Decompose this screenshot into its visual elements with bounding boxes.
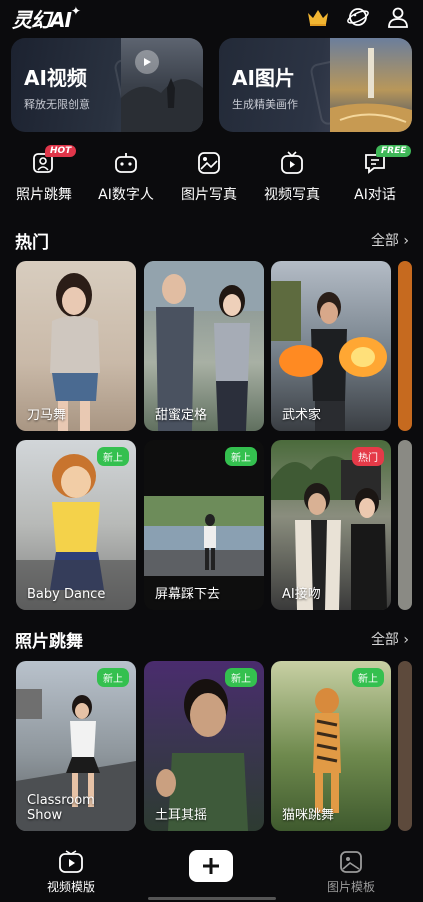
- quick-photo-dance[interactable]: HOT 照片跳舞: [4, 145, 84, 204]
- template-card[interactable]: 新上 Classroom Show: [16, 661, 136, 831]
- card-label-line: Classroom: [27, 793, 95, 808]
- video-portrait-icon: [279, 150, 305, 176]
- app-logo: 灵幻AI✦: [12, 4, 81, 33]
- quick-ai-chat[interactable]: FREE AI对话: [335, 145, 415, 204]
- card-label: Classroom Show: [27, 793, 95, 823]
- section-title: 热门: [15, 233, 49, 253]
- template-card[interactable]: 刀马舞: [16, 261, 136, 431]
- user-profile-icon[interactable]: [385, 4, 411, 30]
- template-card[interactable]: 新上 土耳其摇: [144, 661, 264, 831]
- ai-image-subtitle: 生成精美画作: [232, 98, 298, 111]
- play-icon: [135, 50, 159, 74]
- quick-image-portrait[interactable]: 图片写真: [169, 150, 249, 204]
- nav-label: 视频模版: [46, 880, 95, 894]
- section-title: 照片跳舞: [15, 632, 83, 652]
- photo-dance-icon: HOT: [31, 145, 77, 176]
- card-label: 屏幕踩下去: [155, 587, 221, 602]
- nav-video-templates[interactable]: 视频模版: [31, 850, 111, 895]
- new-tag: 新上: [225, 668, 257, 687]
- template-card[interactable]: 新上 猫咪跳舞: [271, 661, 391, 831]
- quick-video-portrait[interactable]: 视频写真: [252, 150, 332, 204]
- see-all-button[interactable]: 全部 ›: [371, 629, 409, 649]
- see-all-button[interactable]: 全部 ›: [371, 230, 409, 250]
- quick-action-label: 照片跳舞: [16, 187, 72, 203]
- ai-video-card[interactable]: AI视频 释放无限创意: [11, 38, 203, 132]
- template-card[interactable]: 热门 AI接吻: [271, 440, 391, 610]
- template-card[interactable]: 武术家: [271, 261, 391, 431]
- sparkle-icon: ✦: [70, 4, 81, 18]
- hot-section-header: 热门 全部 ›: [15, 228, 409, 253]
- card-label: 猫咪跳舞: [282, 808, 335, 823]
- create-plus-button[interactable]: [189, 850, 233, 882]
- new-tag: 新上: [225, 447, 257, 466]
- template-card[interactable]: 新上 Baby Dance: [16, 440, 136, 610]
- plus-icon: [203, 858, 219, 874]
- card-label-line: Show: [27, 808, 63, 823]
- template-card-partial[interactable]: [398, 440, 412, 610]
- photo-dance-section-header: 照片跳舞 全部 ›: [15, 627, 409, 652]
- ai-video-title: AI视频: [24, 66, 87, 90]
- quick-action-label: 图片写真: [181, 187, 237, 203]
- planet-icon[interactable]: [345, 4, 371, 30]
- video-template-icon: [58, 850, 84, 874]
- nav-image-templates[interactable]: 图片模板: [311, 850, 391, 895]
- card-label: AI接吻: [282, 587, 321, 602]
- template-card-partial[interactable]: [398, 261, 412, 431]
- quick-action-label: AI数字人: [98, 187, 154, 203]
- robot-icon: [113, 150, 139, 176]
- hot-tag: 热门: [352, 447, 384, 466]
- nav-label: 图片模板: [326, 880, 375, 894]
- ai-image-card[interactable]: AI图片 生成精美画作: [219, 38, 412, 132]
- card-label: 甜蜜定格: [155, 408, 208, 423]
- hot-badge: HOT: [45, 145, 77, 157]
- new-tag: 新上: [352, 668, 384, 687]
- see-all-label: 全部: [370, 233, 399, 249]
- template-card[interactable]: 甜蜜定格: [144, 261, 264, 431]
- crown-icon[interactable]: [305, 4, 331, 30]
- app-logo-text: 灵幻AI: [12, 8, 72, 32]
- chevron-right-icon: ›: [403, 632, 409, 648]
- free-badge: FREE: [376, 145, 412, 157]
- home-indicator: [148, 897, 276, 900]
- card-label: 刀马舞: [27, 408, 67, 423]
- template-card[interactable]: 新上 屏幕踩下去: [144, 440, 264, 610]
- image-template-icon: [338, 850, 364, 874]
- card-label: 武术家: [282, 408, 322, 423]
- card-label: 土耳其摇: [155, 808, 208, 823]
- bottom-navigation: 视频模版 图片模板: [0, 842, 423, 902]
- image-portrait-icon: [196, 150, 222, 176]
- ai-image-thumbnail: [330, 38, 412, 132]
- new-tag: 新上: [97, 447, 129, 466]
- ai-video-subtitle: 释放无限创意: [24, 98, 90, 111]
- quick-action-label: AI对话: [354, 187, 396, 203]
- chevron-right-icon: ›: [403, 233, 409, 249]
- top-bar: 灵幻AI✦: [0, 0, 423, 32]
- quick-ai-avatar[interactable]: AI数字人: [86, 150, 166, 204]
- see-all-label: 全部: [370, 632, 399, 648]
- template-card-partial[interactable]: [398, 661, 412, 831]
- quick-action-label: 视频写真: [264, 187, 320, 203]
- chat-bubble-icon: FREE: [362, 145, 412, 176]
- quick-actions: HOT 照片跳舞 AI数字人 图片写真 视频写真 FREE AI对话: [0, 145, 423, 208]
- new-tag: 新上: [97, 668, 129, 687]
- card-label: Baby Dance: [27, 587, 106, 602]
- ai-video-thumbnail: [121, 38, 203, 132]
- ai-image-title: AI图片: [232, 66, 295, 90]
